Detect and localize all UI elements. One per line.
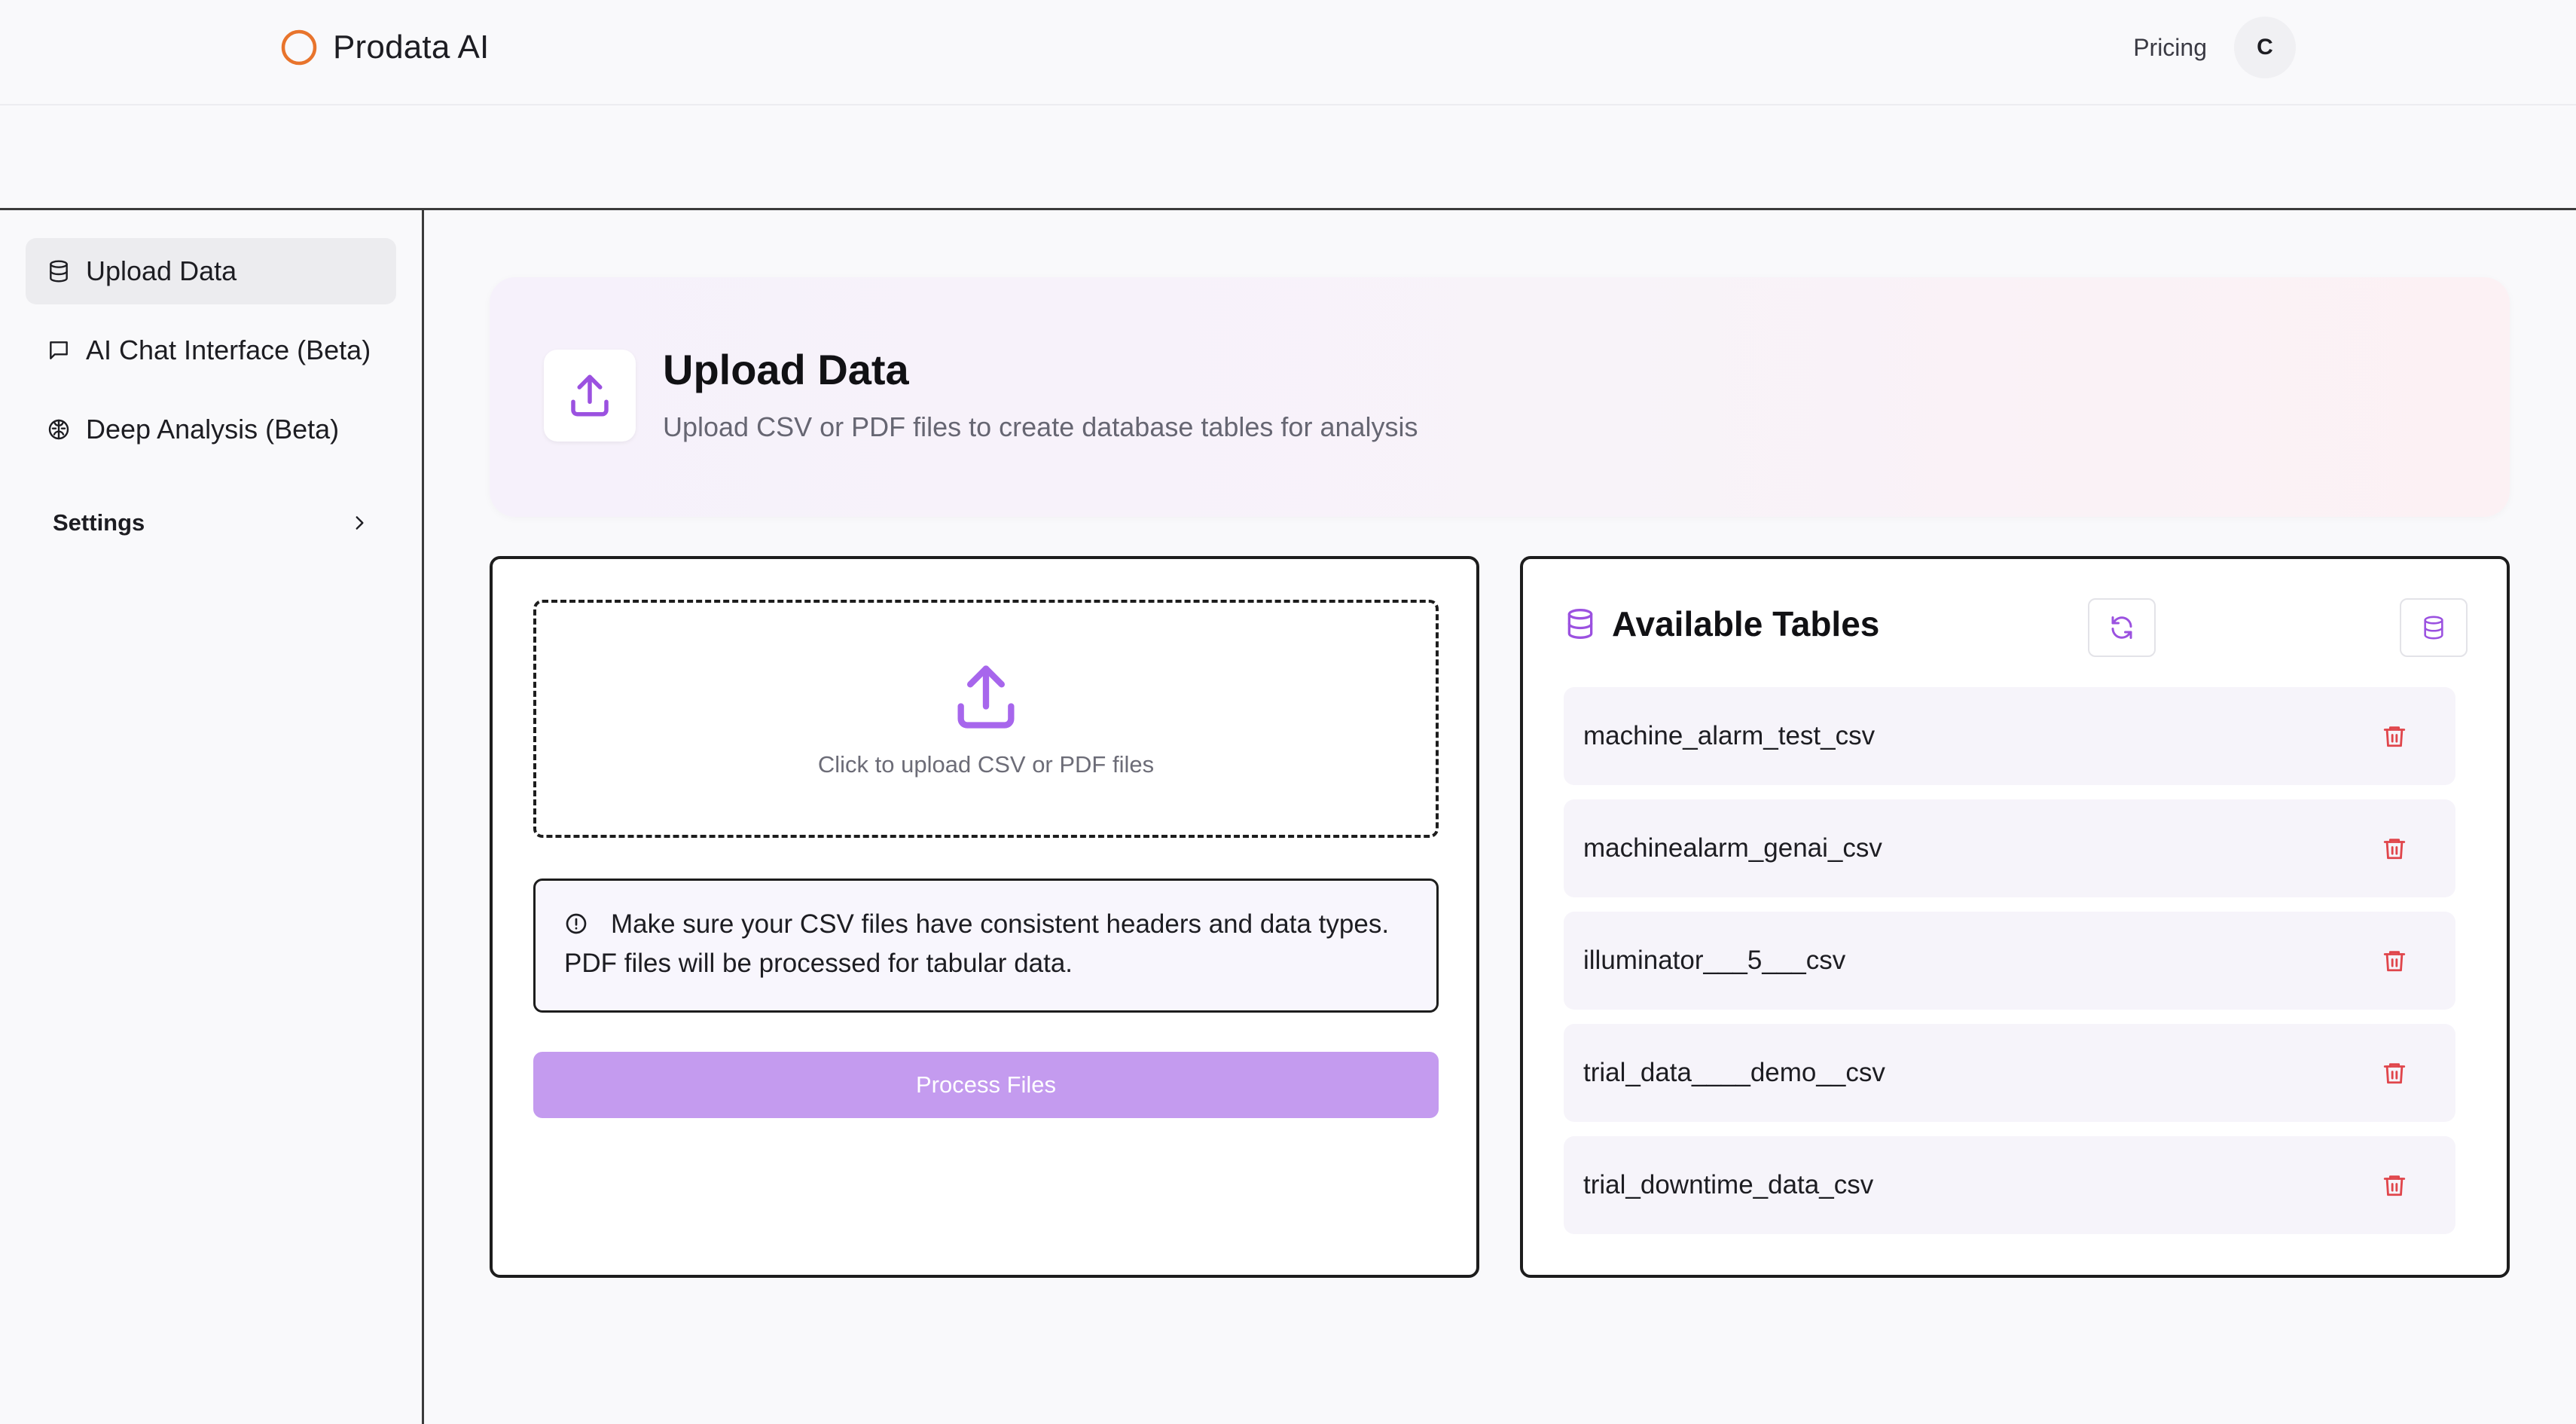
page-subtitle: Upload CSV or PDF files to create databa… xyxy=(663,411,1418,442)
table-list: machine_alarm_test_csv machinealarm_gena… xyxy=(1564,687,2455,1248)
table-row[interactable]: trial_downtime_data_csv xyxy=(1564,1136,2455,1234)
chevron-right-icon xyxy=(349,513,369,533)
trash-icon[interactable] xyxy=(2382,836,2407,861)
settings-label: Settings xyxy=(53,509,145,536)
table-name: machinealarm_genai_csv xyxy=(1583,833,1882,863)
sidebar: Upload Data AI Chat Interface (Beta) Dee… xyxy=(0,210,424,1424)
table-name: trial_downtime_data_csv xyxy=(1583,1170,1874,1199)
trash-icon[interactable] xyxy=(2382,948,2407,973)
user-avatar[interactable]: C xyxy=(2234,17,2296,78)
refresh-icon xyxy=(2108,614,2135,641)
table-row[interactable]: illuminator___5___csv xyxy=(1564,912,2455,1010)
sidebar-item-ai-chat[interactable]: AI Chat Interface (Beta) xyxy=(26,317,396,384)
database-icon xyxy=(1564,607,1597,640)
tables-header: Available Tables xyxy=(1564,601,1879,646)
trash-icon[interactable] xyxy=(2382,1060,2407,1086)
info-icon xyxy=(564,912,588,936)
info-text: Make sure your CSV files have consistent… xyxy=(564,909,1390,978)
upload-icon xyxy=(544,350,636,442)
brand-name: Prodata AI xyxy=(333,29,490,66)
top-navigation: Prodata AI Pricing C xyxy=(0,0,2576,105)
brand-logo-icon xyxy=(280,29,318,66)
file-dropzone[interactable]: Click to upload CSV or PDF files xyxy=(533,600,1439,838)
table-row[interactable]: machine_alarm_test_csv xyxy=(1564,687,2455,785)
refresh-tables-button[interactable] xyxy=(2088,598,2156,657)
sidebar-item-upload-data[interactable]: Upload Data xyxy=(26,238,396,304)
sidebar-item-label: Deep Analysis (Beta) xyxy=(86,414,340,445)
nav-right: Pricing C xyxy=(2133,17,2296,78)
trash-icon[interactable] xyxy=(2382,723,2407,749)
upload-card: Click to upload CSV or PDF files Make su… xyxy=(490,556,1479,1278)
table-row[interactable]: machinealarm_genai_csv xyxy=(1564,799,2455,897)
sidebar-item-label: Upload Data xyxy=(86,255,237,286)
table-row[interactable]: trial_data____demo__csv xyxy=(1564,1024,2455,1122)
upload-icon xyxy=(948,659,1024,735)
table-name: trial_data____demo__csv xyxy=(1583,1058,1885,1087)
brand[interactable]: Prodata AI xyxy=(280,26,489,69)
brain-icon xyxy=(47,417,71,442)
table-name: machine_alarm_test_csv xyxy=(1583,721,1876,750)
page-header-banner: Upload Data Upload CSV or PDF files to c… xyxy=(490,277,2510,517)
available-tables-card: Available Tables machine_alarm_test_csv … xyxy=(1520,556,2510,1278)
page-title: Upload Data xyxy=(663,346,909,393)
database-icon xyxy=(47,259,71,283)
chat-icon xyxy=(47,338,71,362)
process-files-button[interactable]: Process Files xyxy=(533,1052,1439,1118)
sidebar-item-deep-analysis[interactable]: Deep Analysis (Beta) xyxy=(26,396,396,463)
dropzone-label: Click to upload CSV or PDF files xyxy=(817,751,1155,778)
trash-icon[interactable] xyxy=(2382,1172,2407,1198)
pricing-link[interactable]: Pricing xyxy=(2133,34,2207,62)
table-name: illuminator___5___csv xyxy=(1583,946,1846,975)
sidebar-item-label: AI Chat Interface (Beta) xyxy=(86,335,371,365)
info-alert: Make sure your CSV files have consistent… xyxy=(533,879,1439,1013)
sidebar-settings[interactable]: Settings xyxy=(53,500,369,545)
tables-title: Available Tables xyxy=(1612,604,1880,643)
database-view-button[interactable] xyxy=(2400,598,2468,657)
database-icon xyxy=(2421,615,2446,640)
